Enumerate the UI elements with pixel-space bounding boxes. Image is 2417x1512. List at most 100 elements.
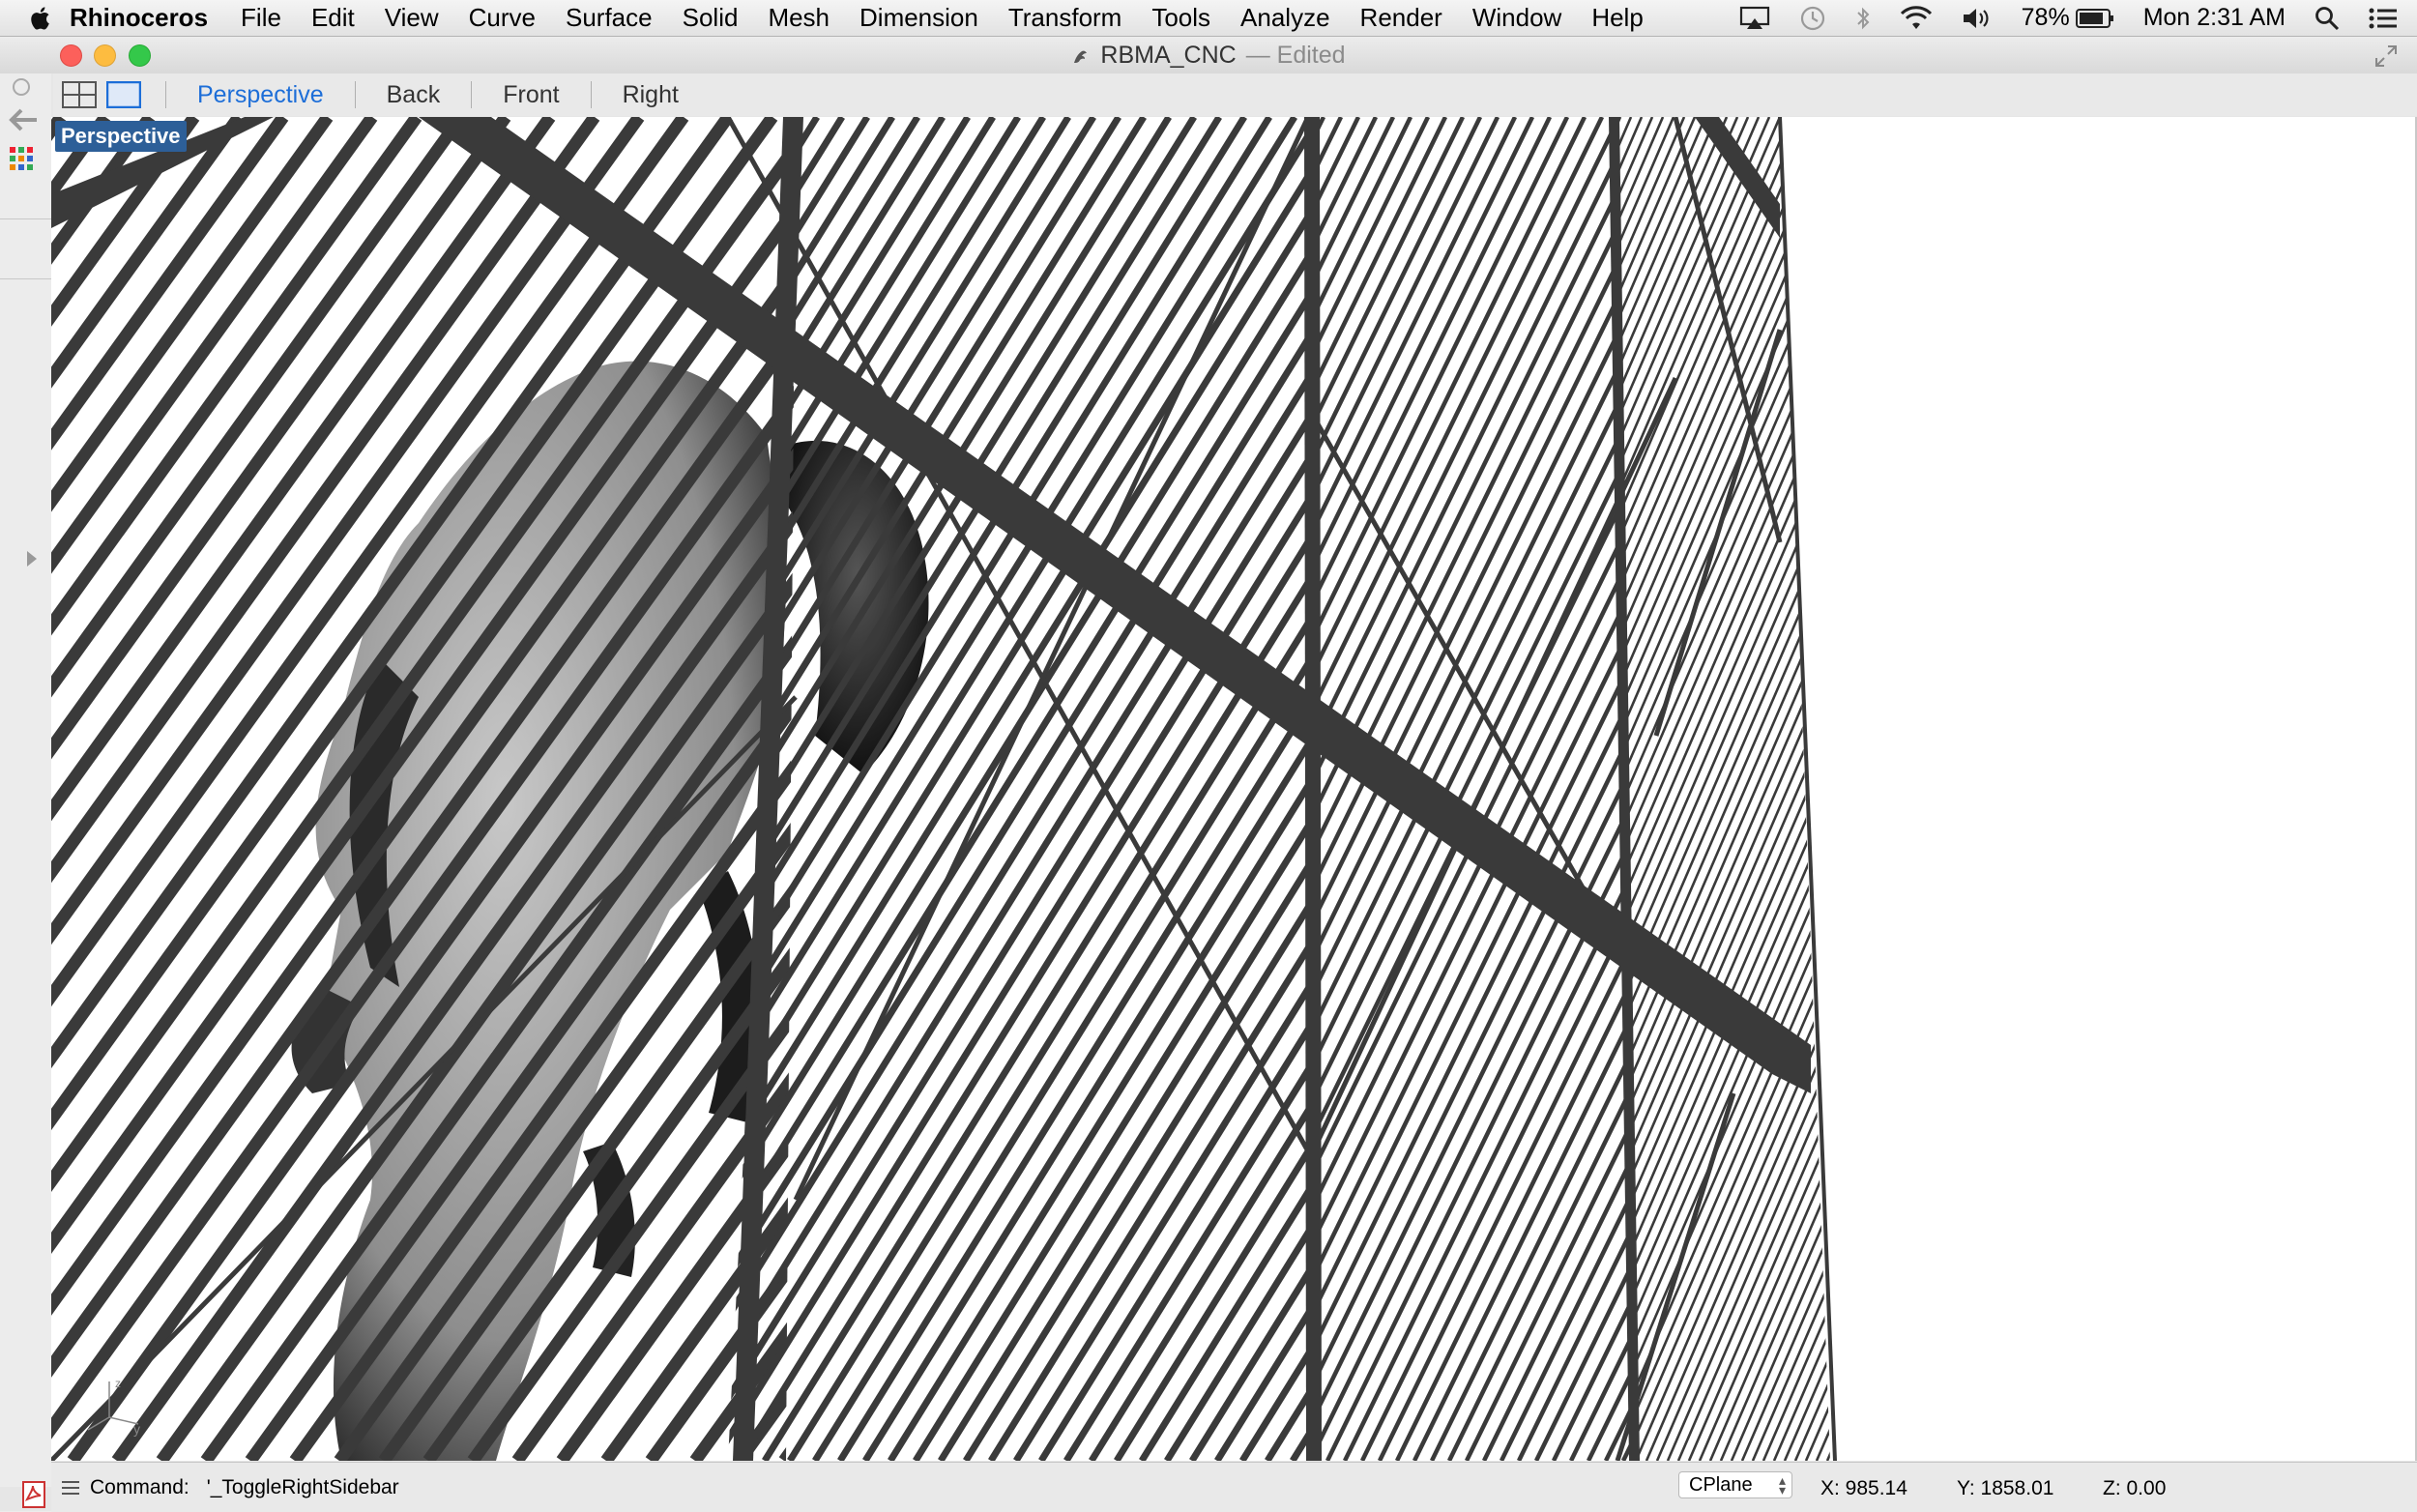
- viewport-title-label[interactable]: Perspective: [55, 121, 187, 152]
- slat: [2370, 117, 2417, 1461]
- slat: [1740, 117, 1830, 1461]
- slat: [1674, 117, 2417, 1461]
- slat: [1594, 117, 2417, 1461]
- menu-window[interactable]: Window: [1472, 3, 1561, 33]
- perspective-viewport[interactable]: Perspective y z: [51, 117, 2417, 1461]
- expand-sidebar-icon[interactable]: [25, 549, 39, 568]
- slat: [2189, 117, 2417, 1461]
- window-minimize-button[interactable]: [94, 44, 116, 67]
- slat: [1902, 117, 2417, 1461]
- slat: [1368, 117, 2199, 1461]
- menu-dimension[interactable]: Dimension: [859, 3, 978, 33]
- notification-center-icon[interactable]: [2369, 7, 2398, 30]
- slat: [2122, 117, 2417, 1461]
- world-axis-icon: y z: [87, 1377, 140, 1437]
- menu-curve[interactable]: Curve: [469, 3, 536, 33]
- slat: [2380, 117, 2417, 1461]
- window-zoom-button[interactable]: [129, 44, 151, 67]
- window-titlebar[interactable]: RBMA_CNC — Edited: [0, 37, 2417, 73]
- tab-right[interactable]: Right: [615, 81, 686, 109]
- menu-render[interactable]: Render: [1360, 3, 1442, 33]
- menu-app-name[interactable]: Rhinoceros: [70, 3, 208, 33]
- slat: [1944, 117, 2417, 1461]
- menu-surface[interactable]: Surface: [566, 3, 653, 33]
- volume-icon[interactable]: [1962, 6, 1993, 31]
- slat: [1804, 117, 1830, 1461]
- battery-icon[interactable]: [2075, 8, 2114, 29]
- command-label: Command:: [90, 1475, 189, 1498]
- slat: [2302, 117, 2417, 1461]
- coord-x: X: 985.14: [1820, 1477, 1907, 1499]
- cplane-select[interactable]: CPlane ▴ ▾: [1678, 1471, 1792, 1498]
- slat: [2111, 117, 2417, 1461]
- slat: [1745, 117, 2417, 1461]
- slat: [2199, 117, 2417, 1461]
- window-close-button[interactable]: [60, 44, 82, 67]
- circle-icon[interactable]: [8, 73, 35, 101]
- slat: [1987, 117, 2417, 1461]
- command-history-icon[interactable]: [61, 1480, 80, 1496]
- toolbar-separator: [471, 81, 473, 108]
- slat: [1989, 117, 2417, 1461]
- slat: [2061, 117, 2417, 1461]
- menu-help[interactable]: Help: [1591, 3, 1643, 33]
- coord-z: Z: 0.00: [2103, 1477, 2167, 1499]
- slat: [2168, 117, 2417, 1461]
- slat: [1807, 117, 2417, 1461]
- svg-text:y: y: [133, 1421, 140, 1437]
- document-icon[interactable]: [1071, 44, 1091, 66]
- airplay-icon[interactable]: [1739, 6, 1770, 31]
- slat: [1934, 117, 2417, 1461]
- slat: [1586, 117, 1637, 1461]
- bluetooth-icon[interactable]: [1855, 5, 1871, 32]
- menu-file[interactable]: File: [241, 3, 281, 33]
- menu-solid[interactable]: Solid: [683, 3, 739, 33]
- back-arrow-icon[interactable]: [8, 105, 41, 134]
- menu-view[interactable]: View: [385, 3, 439, 33]
- slat: [2076, 117, 2417, 1461]
- four-viewports-button[interactable]: [61, 79, 98, 110]
- spotlight-icon[interactable]: [2315, 6, 2340, 31]
- tab-front[interactable]: Front: [495, 81, 567, 109]
- battery-percent: 78%: [2021, 4, 2070, 31]
- slat: [1849, 117, 2417, 1461]
- apple-icon[interactable]: [29, 6, 50, 31]
- slat: [1481, 117, 1637, 1461]
- single-viewport-button[interactable]: [105, 79, 142, 110]
- model-render[interactable]: [51, 117, 2417, 1461]
- menu-analyze[interactable]: Analyze: [1240, 3, 1330, 33]
- slat: [1464, 117, 1637, 1461]
- slat: [2114, 117, 2417, 1461]
- tab-perspective[interactable]: Perspective: [189, 81, 332, 109]
- slat: [1551, 117, 1637, 1461]
- wifi-icon[interactable]: [1900, 5, 1933, 31]
- viewport-toolbar: Perspective Back Front Right: [53, 73, 2417, 116]
- gutter-divider: [0, 218, 51, 219]
- tab-back[interactable]: Back: [379, 81, 449, 109]
- slat: [2041, 117, 2417, 1461]
- slat: [2157, 117, 2417, 1461]
- slat: [2136, 117, 2417, 1461]
- menu-mesh[interactable]: Mesh: [768, 3, 830, 33]
- clock[interactable]: Mon 2:31 AM: [2143, 4, 2286, 32]
- menu-transform[interactable]: Transform: [1008, 3, 1122, 33]
- slat: [2221, 117, 2417, 1461]
- slat: [1693, 117, 2350, 1461]
- menu-edit[interactable]: Edit: [311, 3, 355, 33]
- slat: [2072, 117, 2417, 1461]
- time-machine-icon[interactable]: [1799, 5, 1826, 32]
- slat: [2146, 117, 2417, 1461]
- pdf-icon[interactable]: [19, 1480, 48, 1509]
- menubar-status-area: 78% Mon 2:31 AM: [1739, 0, 2417, 36]
- slat: [1772, 117, 1830, 1461]
- grid-icon[interactable]: [8, 145, 35, 172]
- slat: [1985, 117, 2417, 1461]
- command-input[interactable]: '_ToggleRightSidebar: [207, 1476, 399, 1499]
- slat: [1645, 117, 2417, 1461]
- menu-tools[interactable]: Tools: [1151, 3, 1210, 33]
- slat: [2125, 117, 2417, 1461]
- slat: [1946, 117, 2417, 1461]
- slat: [1919, 117, 2417, 1461]
- fullscreen-icon[interactable]: [2374, 44, 2398, 68]
- slat: [1675, 117, 2333, 1461]
